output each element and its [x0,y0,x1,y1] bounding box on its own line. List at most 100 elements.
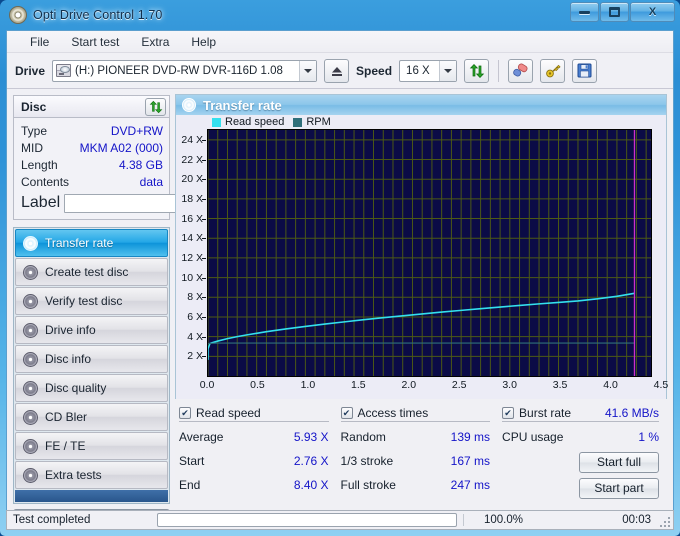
chevron-down-icon[interactable] [299,60,317,81]
burst-rate-checkbox[interactable]: ✔ [502,407,515,419]
result-key-third-stroke: 1/3 stroke [340,454,394,468]
drive-select[interactable]: (H:) PIONEER DVD-RW DVR-116D 1.08 [52,59,318,82]
progress-bar [157,513,457,527]
speed-select-value: 16 X [406,64,430,77]
sidebar-item-create-test-disc[interactable]: Create test disc [15,258,168,286]
y-axis-tick-mark [202,218,206,220]
maximize-button[interactable] [600,2,629,22]
sidebar-label-fe-te: FE / TE [45,439,86,453]
key-button[interactable] [540,58,566,83]
x-axis-unit-label: GB [673,379,674,391]
eject-button[interactable] [324,58,350,83]
drive-icon [56,64,72,77]
disc-info-panel: Type DVD+RW MID MKM A02 (000) Length 4.3… [13,117,263,220]
disc-key-mid: MID [21,140,43,155]
progress-percent-label: 100.0% [463,514,543,526]
y-axis-tick-mark [202,316,206,318]
legend-label-rpm: RPM [306,116,331,128]
menu-help[interactable]: Help [180,32,227,52]
close-icon: X [648,5,657,18]
legend-label-read-speed: Read speed [225,116,285,128]
minimize-button[interactable] [570,2,599,22]
y-axis-tick-label: 16 X [181,212,203,225]
transfer-rate-panel: Transfer rate Read speed RPM 2 X 4 X 6 X 8 … [175,94,673,399]
result-row-end: End 8.40 X [179,473,329,497]
y-axis-tick-label: 20 X [181,173,203,186]
drive-label: Drive [15,63,46,78]
menu-file[interactable]: File [19,32,60,52]
sidebar-item-verify-test-disc[interactable]: Verify test disc [15,287,168,315]
y-axis-tick-label: 12 X [181,251,203,264]
result-key-average: Average [179,430,224,444]
y-axis-tick-mark [202,336,206,338]
y-axis-tick-label: 6 X [187,310,203,323]
access-times-header: ✔ Access times [340,405,491,422]
transfer-rate-chart [207,130,651,376]
disc-icon [23,438,38,454]
sidebar-item-extra-tests[interactable]: Extra tests [15,461,168,489]
resize-grip[interactable] [658,515,670,527]
drive-select-value: (H:) PIONEER DVD-RW DVR-116D 1.08 [75,64,283,77]
menu-start-test[interactable]: Start test [60,32,130,52]
application-window: Opti Drive Control 1.70 X File Start tes… [0,0,680,536]
y-axis-tick-label: 24 X [181,133,203,146]
x-axis-tick-label: 4.0 [603,379,618,391]
y-axis-tick-label: 10 X [181,271,203,284]
x-axis-tick-label: 0.5 [250,379,265,391]
menu-bar: File Start test Extra Help [7,31,673,53]
menu-extra[interactable]: Extra [130,32,180,52]
sidebar-item-fe-te[interactable]: FE / TE [15,432,168,460]
disc-panel-title: Disc [21,99,47,114]
start-part-button[interactable]: Start part [579,477,660,499]
start-full-button[interactable]: Start full [579,451,660,473]
toolbar-divider [498,59,500,82]
sidebar-item-cd-bler[interactable]: CD Bler [15,403,168,431]
sidebar-label-disc-quality: Disc quality [45,381,107,395]
maximize-icon [609,7,620,17]
sidebar-item-disc-quality[interactable]: Disc quality [15,374,168,402]
result-value-average: 5.93 X [293,430,329,444]
read-speed-results: ✔ Read speed Average 5.93 X Start 2.76 X [175,405,337,495]
chevron-down-icon[interactable] [439,60,457,81]
refresh-icon [469,63,484,78]
y-axis-tick-label: 2 X [187,350,203,363]
app-disc-icon [9,6,27,24]
sidebar-item-drive-info[interactable]: Drive info [15,316,168,344]
result-value-full-stroke: 247 ms [450,478,491,492]
chart-legend: Read speed RPM [176,115,666,129]
disc-key-type: Type [21,123,48,138]
sidebar-label-create-test-disc: Create test disc [45,265,129,279]
disc-key-contents: Contents [21,174,70,189]
window-title: Opti Drive Control 1.70 [33,8,163,22]
access-times-checkbox[interactable]: ✔ [340,407,353,419]
y-axis-tick-label: 14 X [181,232,203,245]
save-button[interactable] [572,58,598,83]
x-axis-tick-label: 3.0 [502,379,517,391]
toolbar: Drive (H:) PIONEER DVD-RW DVR-116D 1.08 … [7,53,673,89]
close-button[interactable]: X [630,2,675,22]
sidebar-item-transfer-rate[interactable]: Transfer rate [15,229,168,257]
burst-rate-title: Burst rate [519,406,572,420]
plot-area[interactable] [207,129,652,377]
result-value-cpu-usage: 1 % [638,430,660,444]
speed-select[interactable]: 16 X [399,59,458,82]
x-axis-tick-label: 4.5 [653,379,669,391]
access-times-title: Access times [357,406,429,420]
refresh-button[interactable] [464,58,490,83]
result-value-end: 8.40 X [293,478,329,492]
disc-icon [23,293,38,309]
disc-icon [23,380,38,396]
sidebar-item-disc-info[interactable]: Disc info [15,345,168,373]
speed-label: Speed [356,63,393,78]
start-full-row: Start full [502,449,660,475]
result-value-start: 2.76 X [293,454,329,468]
x-axis-tick-label: 2.0 [401,379,417,391]
erase-button[interactable] [508,58,534,83]
y-axis-tick-mark [202,179,206,181]
disc-refresh-button[interactable] [145,97,166,116]
status-text: Test completed [13,514,91,526]
key-icon [545,64,561,77]
read-speed-checkbox[interactable]: ✔ [179,407,191,419]
navigation-list: Transfer rate Create test disc Verify te… [13,227,170,504]
minimize-icon [579,10,590,14]
